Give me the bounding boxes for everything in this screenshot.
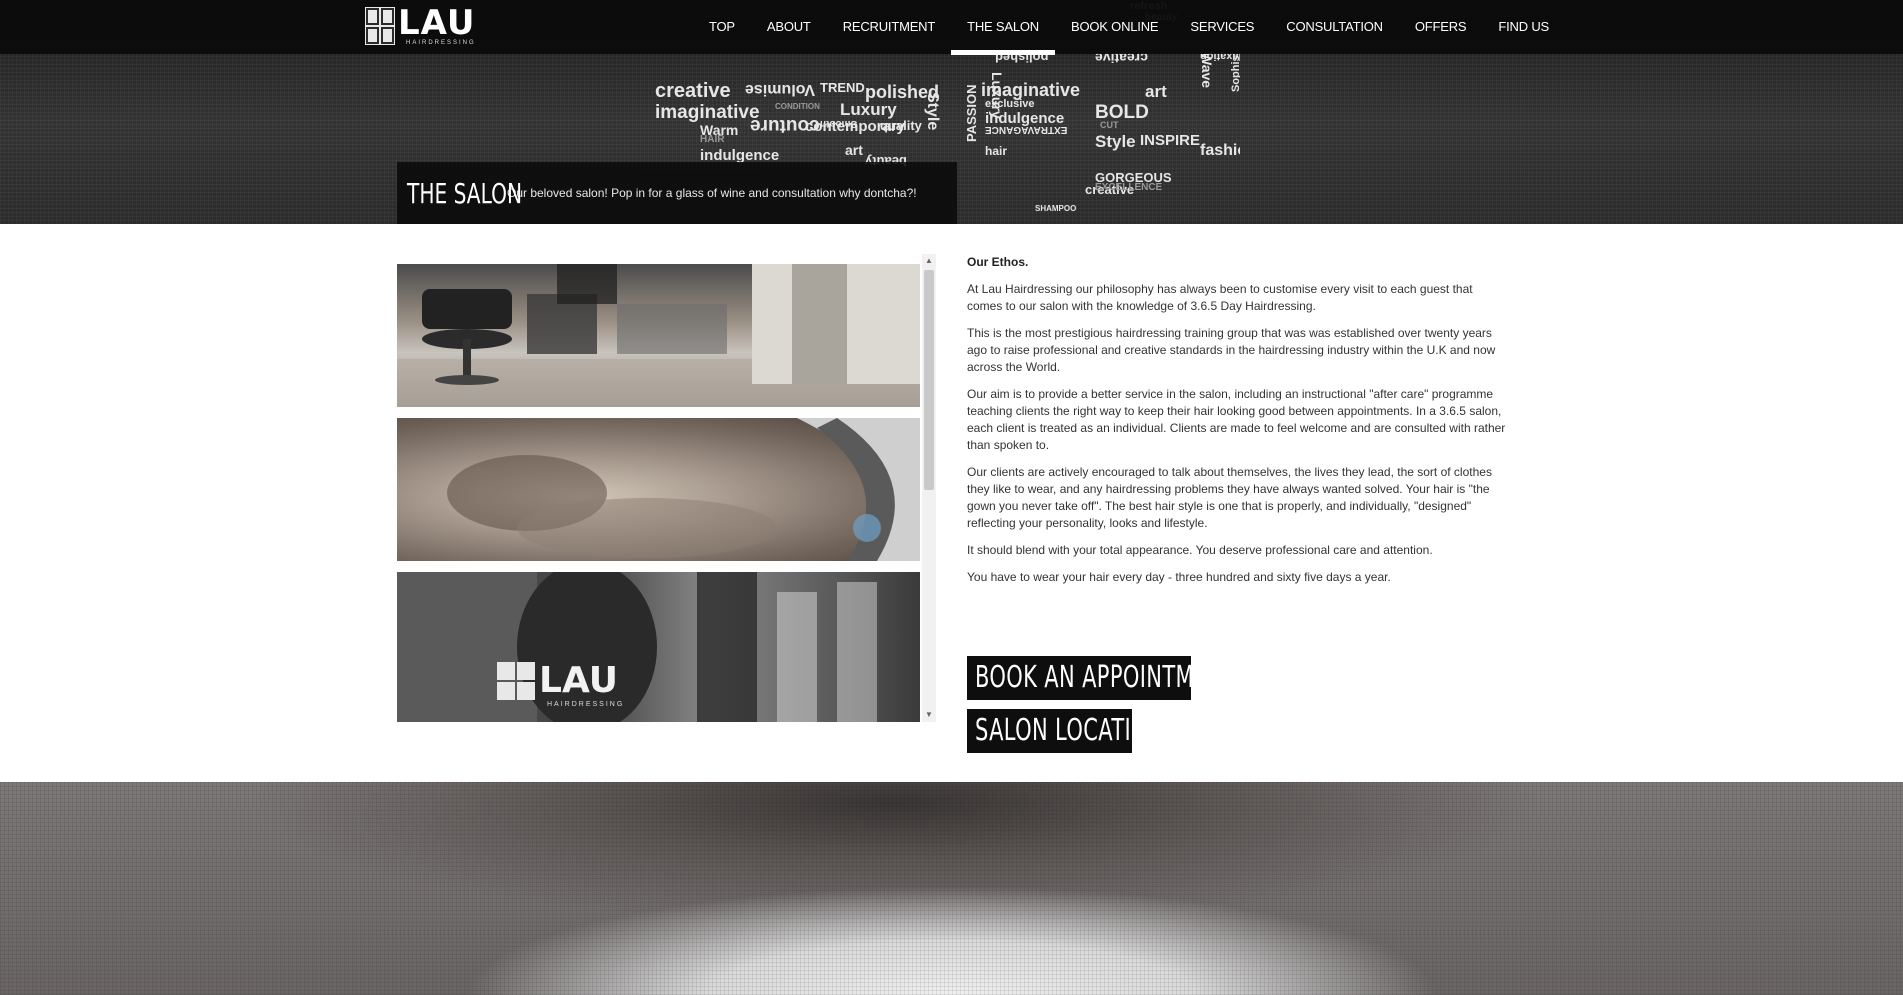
word-cloud-word: CUT xyxy=(1100,120,1119,130)
nav-the-salon[interactable]: THE SALON xyxy=(951,0,1055,55)
word-cloud-word: Smooth xyxy=(820,118,858,129)
photo-lau-wordmark: LAU xyxy=(539,660,618,701)
scroll-thumb[interactable] xyxy=(924,270,934,490)
logo-subtitle: HAIRDRESSING xyxy=(406,40,476,46)
word-cloud-word: art xyxy=(845,142,863,158)
article-heading: Our Ethos. xyxy=(967,255,1029,269)
article-paragraph: It should blend with your total appearan… xyxy=(967,543,1433,557)
word-cloud-word: quality xyxy=(880,118,922,133)
gallery-scrollbar[interactable]: ▲ ▼ xyxy=(922,254,936,722)
word-cloud-word: CONDITION xyxy=(775,102,820,111)
word-cloud-word: EXCELLENCE xyxy=(1095,182,1163,193)
article-paragraph: Our aim is to provide a better service i… xyxy=(967,387,1506,452)
word-cloud-word: imaginative xyxy=(655,102,760,123)
photo-lau-subtitle: HAIRDRESSING xyxy=(547,701,624,708)
lau-brand-display-photo: LAU HAIRDRESSING xyxy=(397,572,920,722)
article-paragraph: You have to wear your hair every day - t… xyxy=(967,570,1391,584)
hero-banner: creative Volumise TREND polished imaginative… xyxy=(0,0,1903,224)
article-paragraph: At Lau Hairdressing our philosophy has a… xyxy=(967,282,1473,313)
salon-mirror-photo xyxy=(397,418,920,561)
scroll-down-arrow-icon[interactable]: ▼ xyxy=(922,708,936,722)
word-cloud-word: INSPIRE xyxy=(1140,132,1201,149)
book-appointment-button[interactable]: BOOK AN APPOINTMENT xyxy=(967,656,1236,700)
site-logo[interactable]: LAU HAIRDRESSING xyxy=(365,3,476,48)
photo-gallery[interactable]: LAU HAIRDRESSING xyxy=(397,254,920,722)
nav-find-us[interactable]: FIND US xyxy=(1482,0,1565,54)
scroll-up-arrow-icon[interactable]: ▲ xyxy=(922,254,936,268)
book-appointment-label: BOOK AN APPOINTMENT xyxy=(975,660,1237,695)
word-cloud-word: HAIR xyxy=(700,134,725,145)
nav-services[interactable]: SERVICES xyxy=(1174,0,1270,54)
salon-interior-photo xyxy=(397,264,920,407)
salon-location-button[interactable]: SALON LOCATION xyxy=(967,709,1164,753)
page-title-bar: THE SALON Our beloved salon! Pop in for … xyxy=(397,162,957,224)
logo-seal-icon xyxy=(365,7,395,45)
page: creative Volumise TREND polished imaginative… xyxy=(0,0,1903,995)
ethos-article: Our Ethos. At Lau Hairdressing our philo… xyxy=(967,254,1507,596)
top-navbar: LAU HAIRDRESSING TOP ABOUT RECRUITMENT T… xyxy=(0,0,1903,55)
main-nav: TOP ABOUT RECRUITMENT THE SALON BOOK ONL… xyxy=(693,0,1565,55)
word-cloud-word: Luxury xyxy=(989,72,1005,119)
word-cloud-word: EXTRAVAGANCE xyxy=(985,124,1068,135)
page-subtitle: Our beloved salon! Pop in for a glass of… xyxy=(507,186,917,200)
nav-about[interactable]: ABOUT xyxy=(751,0,827,54)
word-cloud-word: couture xyxy=(750,115,820,136)
word-cloud-word: hair xyxy=(985,144,1008,158)
word-cloud-word: TREND xyxy=(820,80,865,95)
salon-location-label: SALON LOCATION xyxy=(975,713,1164,748)
footer-hero-photo xyxy=(0,782,1903,995)
nav-book-online[interactable]: BOOK ONLINE xyxy=(1055,0,1174,54)
word-cloud-word: Style xyxy=(1095,132,1136,151)
word-cloud-word: SHAMPOO xyxy=(1035,204,1077,213)
word-cloud-word: art xyxy=(1145,82,1167,101)
page-title: THE SALON xyxy=(407,176,523,210)
nav-consultation[interactable]: CONSULTATION xyxy=(1270,0,1399,54)
word-cloud-word: Luxury xyxy=(840,100,897,119)
logo-wordmark: LAU xyxy=(398,3,476,43)
word-cloud-word: Volumise xyxy=(745,81,815,98)
article-paragraph: This is the most prestigious hairdressin… xyxy=(967,326,1496,374)
word-cloud-word: PASSION xyxy=(964,84,979,142)
nav-top[interactable]: TOP xyxy=(693,0,751,54)
nav-recruitment[interactable]: RECRUITMENT xyxy=(827,0,951,54)
word-cloud-word: creative xyxy=(655,80,731,102)
word-cloud-word: fashion xyxy=(1200,142,1240,159)
nav-offers[interactable]: OFFERS xyxy=(1399,0,1483,54)
word-cloud-word: Style xyxy=(924,92,941,131)
article-paragraph: Our clients are actively encouraged to t… xyxy=(967,465,1492,530)
